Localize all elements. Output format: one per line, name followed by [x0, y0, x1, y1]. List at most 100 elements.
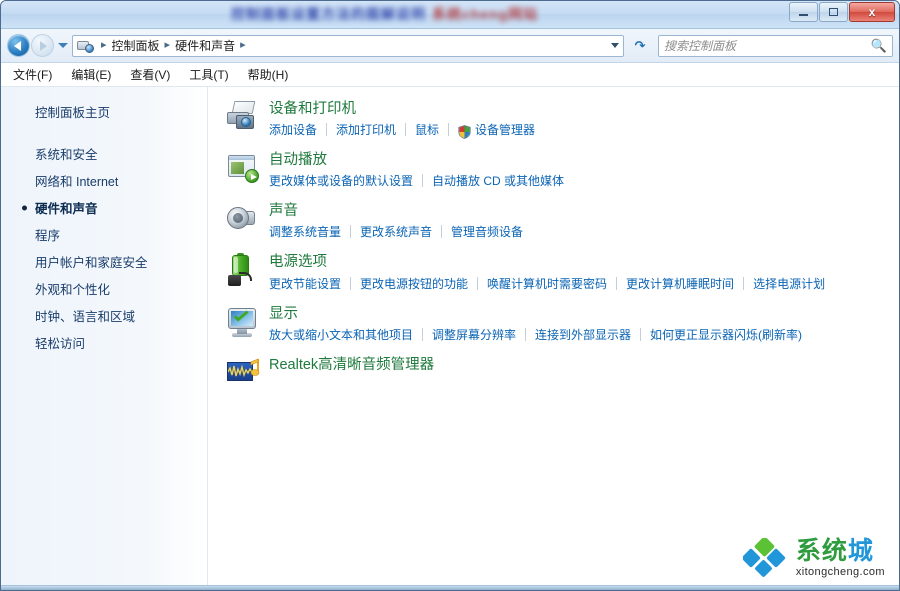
- search-input[interactable]: 搜索控制面板: [664, 37, 871, 54]
- watermark-char-2: 统: [821, 536, 848, 565]
- category-devices-and-printers: 设备和打印机 添加设备 添加打印机 鼠标 设备管理器: [226, 99, 899, 139]
- realtek-audio-icon: [226, 356, 260, 390]
- back-arrow-icon: [14, 40, 21, 51]
- sidebar-item-appearance[interactable]: 外观和个性化: [1, 275, 207, 302]
- link-separator: [616, 276, 618, 290]
- content-area: 控制面板主页 系统和安全 网络和 Internet 硬件和声音 程序 用户帐户和…: [1, 87, 899, 588]
- search-icon: 🔍: [870, 37, 887, 53]
- menu-edit[interactable]: 编辑(E): [71, 66, 111, 83]
- sidebar-item-ease-of-access[interactable]: 轻松访问: [1, 329, 207, 356]
- category-links: 放大或缩小文本和其他项目 调整屏幕分辨率 连接到外部显示器 如何更正显示器闪烁(…: [269, 326, 802, 343]
- category-links: 更改节能设置 更改电源按钮的功能 唤醒计算机时需要密码 更改计算机睡眠时间 选择…: [269, 275, 825, 292]
- link-separator: [422, 174, 424, 188]
- uac-shield-icon: [458, 124, 471, 139]
- link-manage-audio-devices[interactable]: 管理音频设备: [451, 223, 523, 240]
- link-separator: [525, 327, 527, 341]
- link-change-power-saving-settings[interactable]: 更改节能设置: [269, 275, 341, 292]
- window-title-primary: 控制面板设置方法的图解说明: [231, 6, 426, 22]
- category-title[interactable]: Realtek高清晰音频管理器: [269, 356, 434, 374]
- sidebar: 控制面板主页 系统和安全 网络和 Internet 硬件和声音 程序 用户帐户和…: [1, 87, 208, 588]
- address-bar[interactable]: ▸ 控制面板 ▸ 硬件和声音 ▸: [72, 34, 624, 57]
- sidebar-item-hardware-and-sound[interactable]: 硬件和声音: [1, 194, 207, 221]
- link-change-sleep-time[interactable]: 更改计算机睡眠时间: [626, 275, 734, 292]
- devices-and-printers-icon: [226, 100, 260, 134]
- refresh-icon: ↷: [634, 38, 646, 53]
- link-change-default-settings-for-media[interactable]: 更改媒体或设备的默认设置: [269, 172, 413, 189]
- category-title[interactable]: 设备和打印机: [269, 100, 535, 118]
- minimize-icon: [799, 14, 808, 16]
- watermark-char-3: 城: [847, 536, 874, 565]
- category-title[interactable]: 声音: [269, 202, 523, 220]
- sound-icon: [226, 202, 260, 236]
- autoplay-icon: [226, 151, 260, 185]
- navigation-buttons: [7, 34, 72, 57]
- watermark-name: 系统城: [796, 536, 885, 565]
- back-button[interactable]: [7, 34, 30, 57]
- window-title: 控制面板设置方法的图解说明 系统cheng网站: [231, 4, 538, 24]
- link-separator: [640, 327, 642, 341]
- watermark-domain: xitongcheng.com: [795, 565, 885, 578]
- link-change-power-button-behavior[interactable]: 更改电源按钮的功能: [360, 275, 468, 292]
- link-separator: [477, 276, 479, 290]
- close-button[interactable]: x: [849, 2, 895, 22]
- search-box[interactable]: 搜索控制面板 🔍: [658, 34, 893, 57]
- category-title[interactable]: 自动播放: [269, 151, 564, 169]
- maximize-icon: [829, 8, 838, 16]
- link-make-text-larger-or-smaller[interactable]: 放大或缩小文本和其他项目: [269, 326, 413, 343]
- watermark: 系统城 xitongcheng.com: [741, 536, 885, 578]
- menu-tools[interactable]: 工具(T): [189, 66, 228, 83]
- minimize-button[interactable]: [789, 2, 818, 22]
- link-mouse[interactable]: 鼠标: [415, 121, 439, 138]
- category-title[interactable]: 显示: [269, 305, 802, 323]
- forward-button[interactable]: [31, 34, 54, 57]
- link-separator: [422, 327, 424, 341]
- sidebar-item-control-panel-home[interactable]: 控制面板主页: [1, 99, 207, 124]
- menu-help[interactable]: 帮助(H): [248, 66, 289, 83]
- link-separator: [743, 276, 745, 290]
- link-separator: [350, 276, 352, 290]
- sidebar-item-user-accounts[interactable]: 用户帐户和家庭安全: [1, 248, 207, 275]
- control-panel-icon: [77, 39, 94, 53]
- power-options-icon: [226, 253, 260, 287]
- menu-file[interactable]: 文件(F): [13, 66, 52, 83]
- breadcrumb-separator-icon: ▸: [164, 39, 171, 51]
- category-list: 设备和打印机 添加设备 添加打印机 鼠标 设备管理器 自动播放 更改媒体或设备的…: [208, 87, 899, 588]
- maximize-button[interactable]: [819, 2, 848, 22]
- link-adjust-screen-resolution[interactable]: 调整屏幕分辨率: [432, 326, 516, 343]
- breadcrumb-separator-icon: ▸: [101, 39, 107, 51]
- link-change-system-sounds[interactable]: 更改系统声音: [360, 223, 432, 240]
- close-icon: x: [868, 5, 876, 19]
- link-add-device[interactable]: 添加设备: [269, 121, 317, 138]
- category-links: 添加设备 添加打印机 鼠标 设备管理器: [269, 121, 535, 139]
- sidebar-item-system-and-security[interactable]: 系统和安全: [1, 140, 207, 167]
- menu-view[interactable]: 查看(V): [130, 66, 170, 83]
- link-connect-to-external-display[interactable]: 连接到外部显示器: [535, 326, 631, 343]
- window-title-secondary: 系统cheng网站: [432, 6, 539, 22]
- link-choose-power-plan[interactable]: 选择电源计划: [753, 275, 825, 292]
- history-dropdown-icon[interactable]: [58, 43, 68, 48]
- link-play-cd-or-other-media[interactable]: 自动播放 CD 或其他媒体: [432, 172, 564, 189]
- category-sound: 声音 调整系统音量 更改系统声音 管理音频设备: [226, 201, 899, 240]
- sidebar-item-clock-language-region[interactable]: 时钟、语言和区域: [1, 302, 207, 329]
- sidebar-item-network-and-internet[interactable]: 网络和 Internet: [1, 167, 207, 194]
- link-fix-display-flicker[interactable]: 如何更正显示器闪烁(刷新率): [650, 326, 802, 343]
- breadcrumb-separator-icon: ▸: [240, 39, 246, 51]
- address-dropdown-icon[interactable]: [611, 43, 619, 48]
- link-add-printer[interactable]: 添加打印机: [336, 121, 396, 138]
- menu-bar: 文件(F) 编辑(E) 查看(V) 工具(T) 帮助(H): [1, 63, 899, 87]
- sidebar-item-programs[interactable]: 程序: [1, 221, 207, 248]
- link-require-password-on-wakeup[interactable]: 唤醒计算机时需要密码: [487, 275, 607, 292]
- window-controls: x: [789, 2, 895, 22]
- breadcrumb-item-hardware-and-sound[interactable]: 硬件和声音: [175, 37, 235, 54]
- display-icon: [226, 305, 260, 339]
- sidebar-category-list: 系统和安全 网络和 Internet 硬件和声音 程序 用户帐户和家庭安全 外观…: [1, 140, 207, 356]
- link-device-manager[interactable]: 设备管理器: [475, 121, 535, 138]
- control-panel-window: 控制面板设置方法的图解说明 系统cheng网站 x ▸ 控制面板 ▸ 硬件和声音…: [0, 0, 900, 591]
- category-title[interactable]: 电源选项: [269, 253, 825, 271]
- refresh-button[interactable]: ↷: [628, 35, 652, 57]
- category-links: 调整系统音量 更改系统声音 管理音频设备: [269, 223, 523, 240]
- link-adjust-system-volume[interactable]: 调整系统音量: [269, 223, 341, 240]
- breadcrumb-item-control-panel[interactable]: 控制面板: [112, 37, 160, 54]
- category-links: 更改媒体或设备的默认设置 自动播放 CD 或其他媒体: [269, 172, 564, 189]
- category-display: 显示 放大或缩小文本和其他项目 调整屏幕分辨率 连接到外部显示器 如何更正显示器…: [226, 304, 899, 343]
